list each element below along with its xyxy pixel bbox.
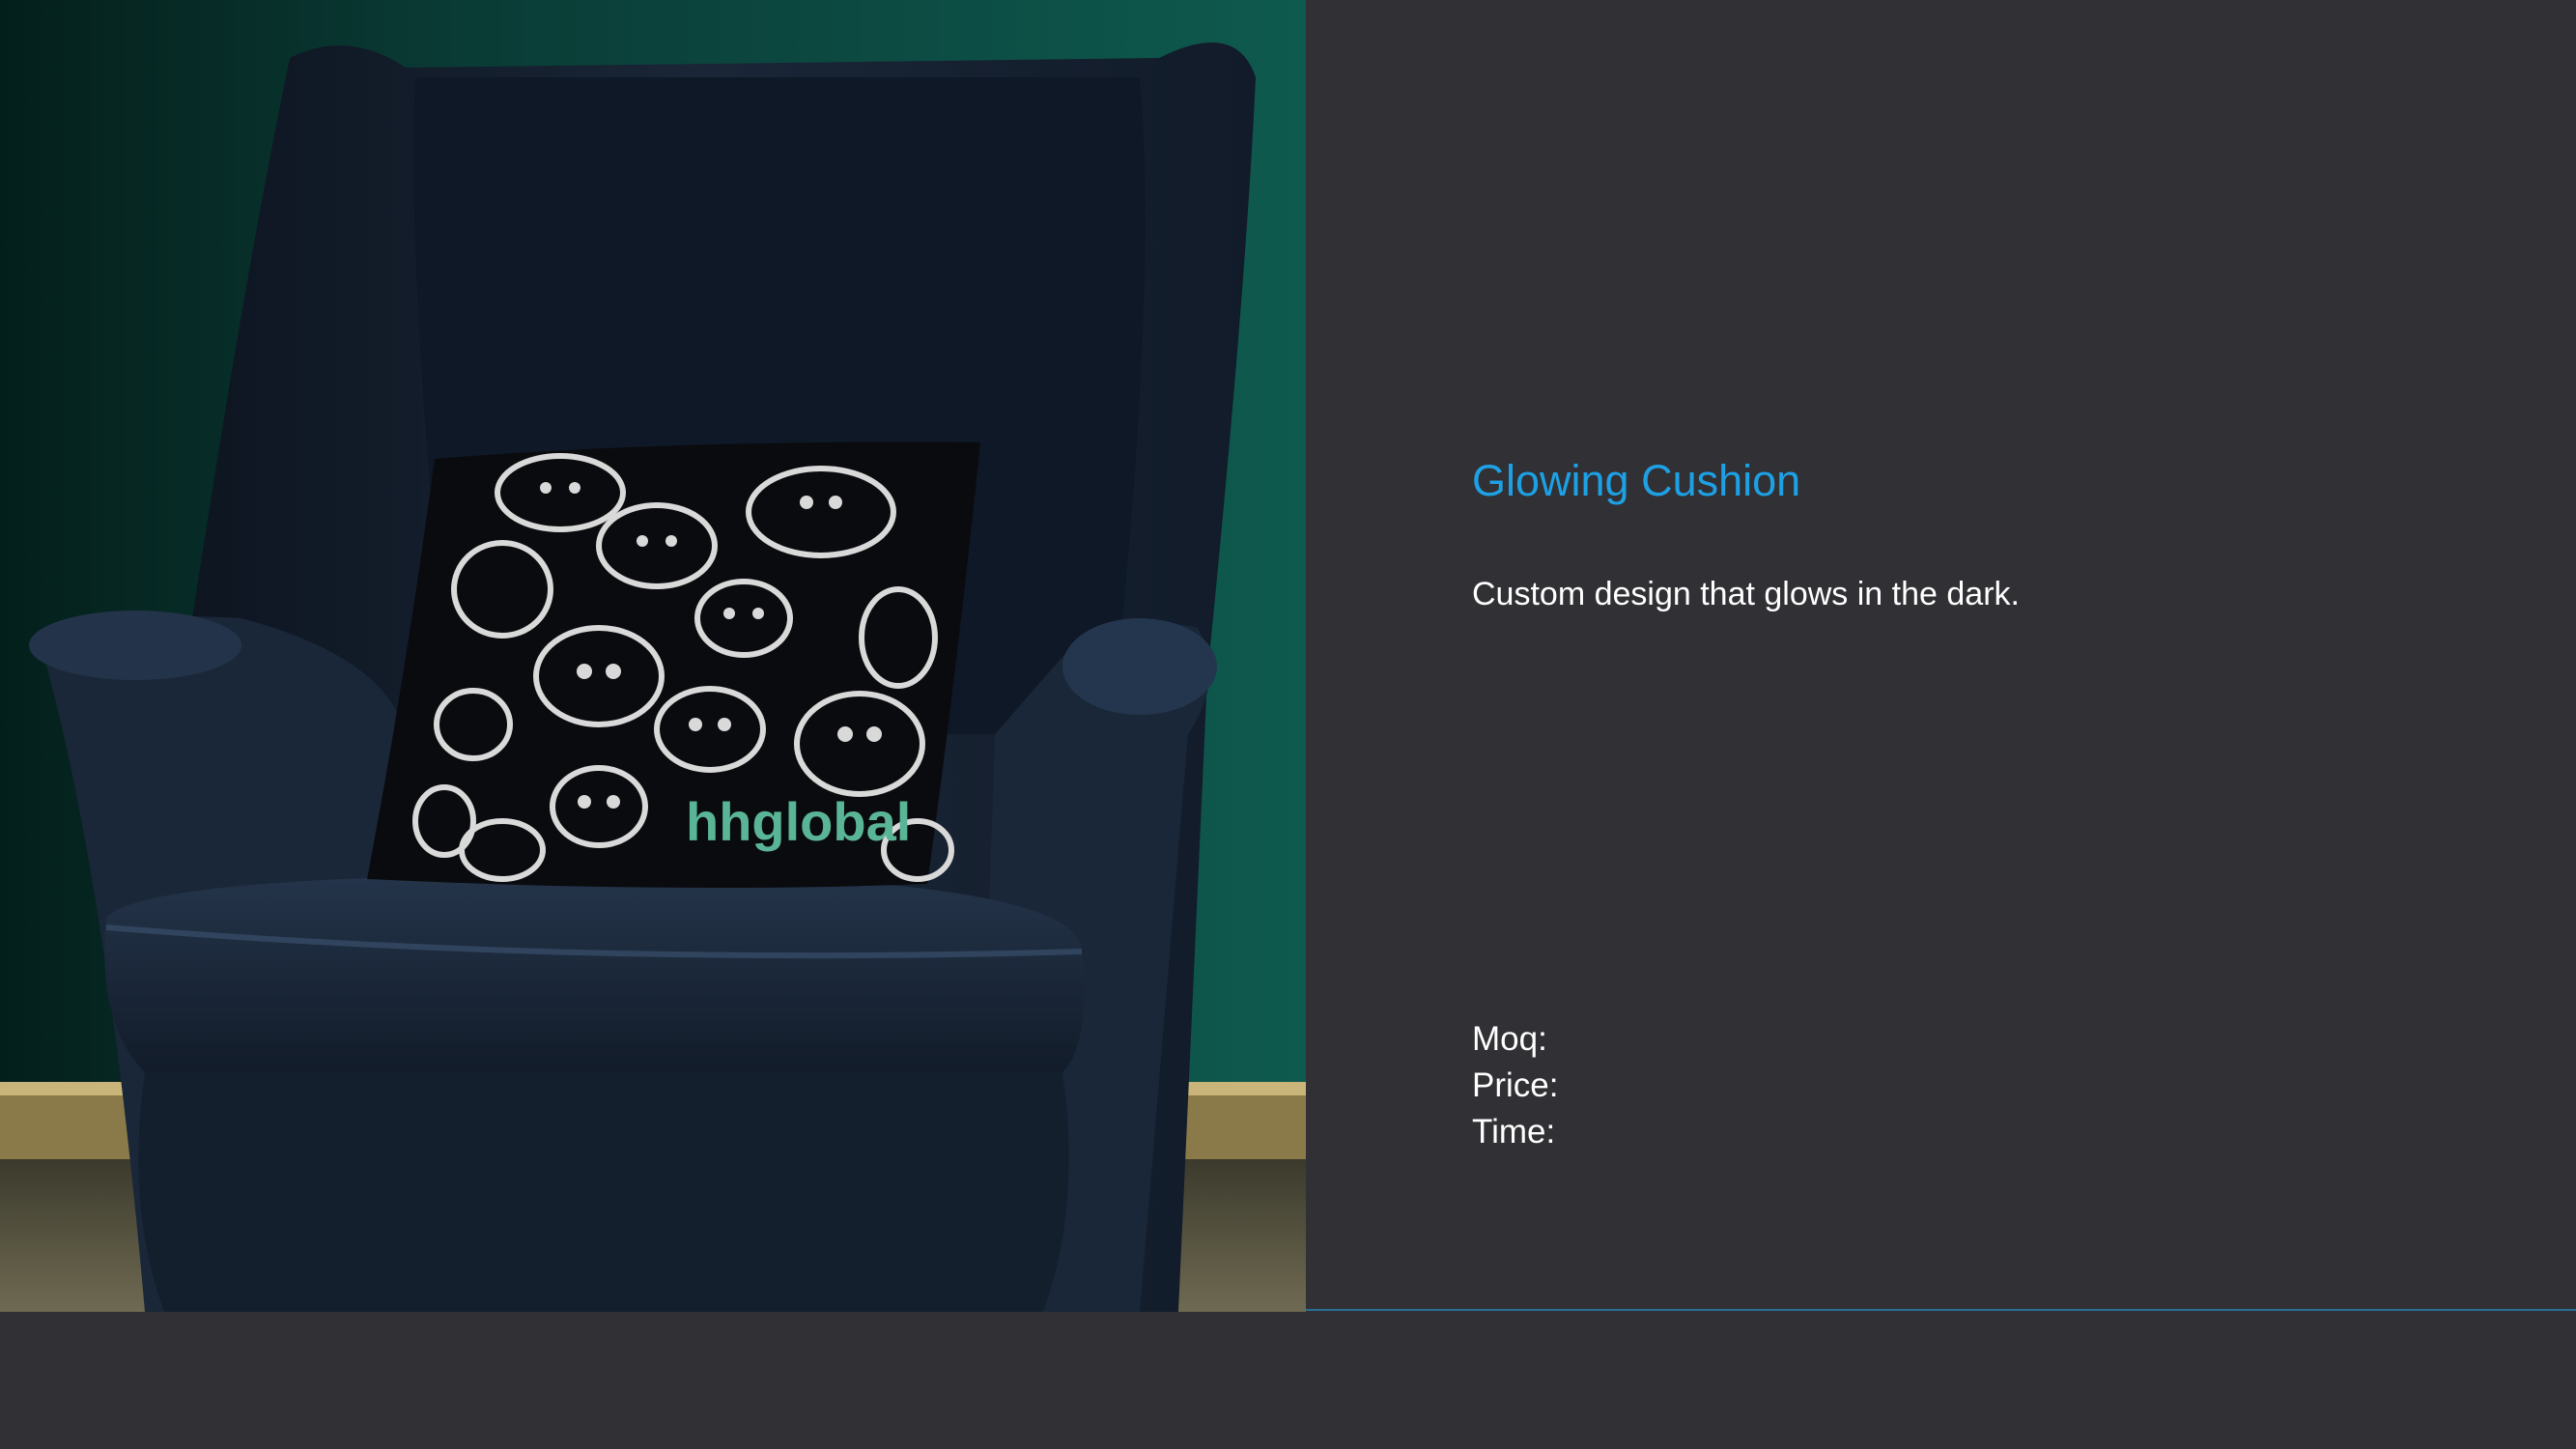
footer-divider: [1306, 1309, 2576, 1311]
spec-time: Time:: [1472, 1113, 1556, 1151]
pumpkin-cushion: hhglobal: [367, 441, 980, 888]
armchair-illustration: hhglobal: [0, 0, 1306, 1312]
product-specs: Moq: Price: Time:: [1472, 1016, 1558, 1155]
hhglobal-logo: hhglobal: [686, 791, 911, 852]
product-title: Glowing Cushion: [1472, 456, 1801, 505]
spec-price: Price:: [1472, 1066, 1559, 1104]
product-photo: hhglobal: [0, 0, 1306, 1312]
slide: hhglobal Glowing Cushion Custom design t…: [0, 0, 2576, 1449]
product-description: Custom design that glows in the dark.: [1472, 576, 2020, 612]
spec-moq: Moq:: [1472, 1020, 1547, 1058]
